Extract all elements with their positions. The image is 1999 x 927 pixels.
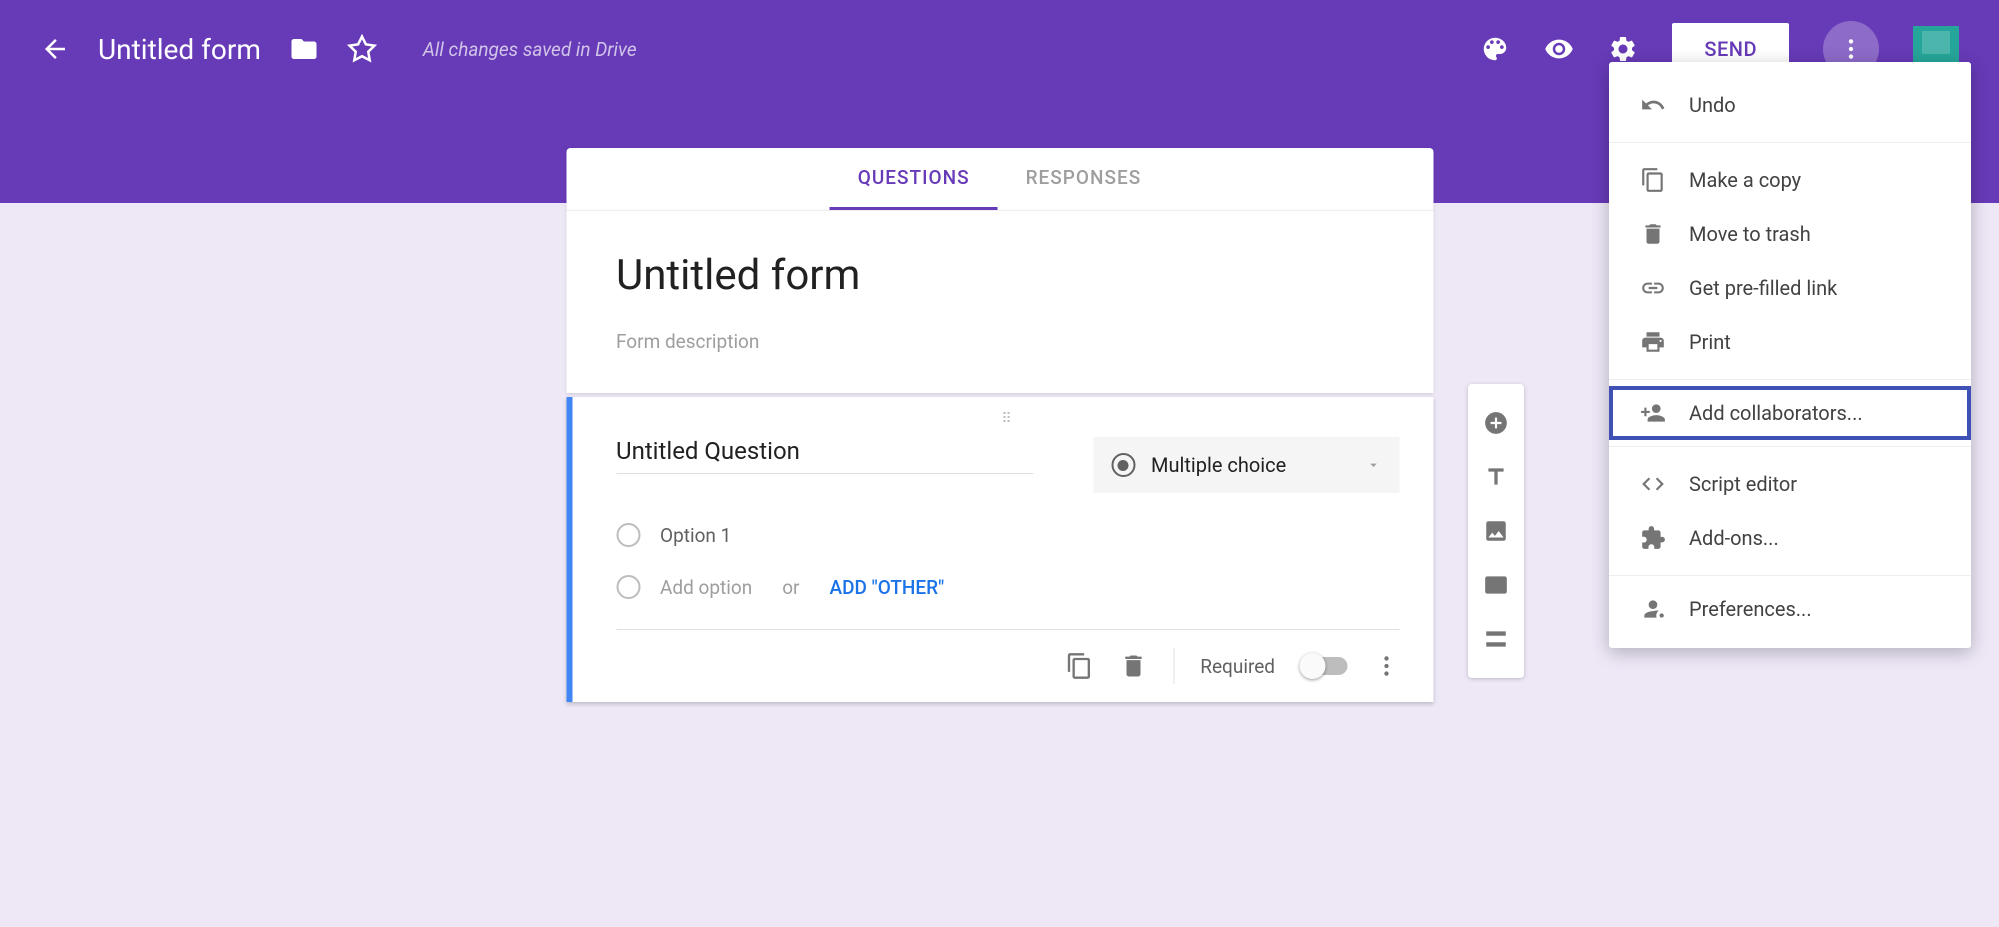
back-arrow-icon[interactable] bbox=[40, 34, 70, 64]
person-settings-icon bbox=[1639, 596, 1667, 622]
or-label: or bbox=[782, 576, 799, 599]
print-icon bbox=[1639, 329, 1667, 355]
link-icon bbox=[1639, 275, 1667, 301]
add-title-icon[interactable] bbox=[1483, 450, 1509, 504]
more-dropdown-menu: Undo Make a copy Move to trash Get pre-f… bbox=[1609, 62, 1971, 648]
menu-preferences[interactable]: Preferences... bbox=[1609, 582, 1971, 636]
delete-icon[interactable] bbox=[1119, 652, 1147, 680]
menu-label: Make a copy bbox=[1689, 168, 1801, 192]
menu-label: Move to trash bbox=[1689, 222, 1811, 246]
menu-script-editor[interactable]: Script editor bbox=[1609, 457, 1971, 511]
add-section-icon[interactable] bbox=[1483, 612, 1509, 666]
add-option-row: Add option or ADD "OTHER" bbox=[616, 575, 1399, 599]
floating-toolbar bbox=[1468, 384, 1524, 678]
settings-gear-icon[interactable] bbox=[1608, 34, 1638, 64]
radio-button-checked-icon bbox=[1111, 453, 1135, 477]
tab-questions[interactable]: QUESTIONS bbox=[830, 148, 998, 210]
form-editor: QUESTIONS RESPONSES Untitled form Form d… bbox=[566, 148, 1433, 702]
drag-handle-icon[interactable]: ⠿ bbox=[616, 411, 1399, 427]
add-person-icon bbox=[1639, 400, 1667, 426]
header-form-title[interactable]: Untitled form bbox=[98, 33, 261, 66]
menu-prefilled-link[interactable]: Get pre-filled link bbox=[1609, 261, 1971, 315]
divider bbox=[1609, 142, 1971, 143]
duplicate-icon[interactable] bbox=[1065, 652, 1093, 680]
undo-icon bbox=[1639, 92, 1667, 118]
form-description-input[interactable]: Form description bbox=[616, 330, 1383, 353]
divider bbox=[1609, 575, 1971, 576]
menu-label: Add-ons... bbox=[1689, 526, 1779, 550]
radio-unchecked-icon bbox=[616, 575, 640, 599]
add-video-icon[interactable] bbox=[1483, 558, 1509, 612]
menu-label: Script editor bbox=[1689, 472, 1797, 496]
menu-label: Preferences... bbox=[1689, 597, 1812, 621]
option-row-1[interactable]: Option 1 bbox=[616, 523, 1399, 547]
divider bbox=[1609, 379, 1971, 380]
add-image-icon[interactable] bbox=[1483, 504, 1509, 558]
menu-move-trash[interactable]: Move to trash bbox=[1609, 207, 1971, 261]
code-icon bbox=[1639, 471, 1667, 497]
required-toggle[interactable] bbox=[1301, 657, 1347, 675]
question-title-input[interactable]: Untitled Question bbox=[616, 437, 1033, 474]
divider bbox=[1173, 648, 1174, 684]
question-card[interactable]: ⠿ Untitled Question Multiple choice Opti… bbox=[566, 397, 1433, 702]
question-footer: Required bbox=[616, 629, 1399, 684]
menu-undo[interactable]: Undo bbox=[1609, 78, 1971, 132]
radio-unchecked-icon bbox=[616, 523, 640, 547]
divider bbox=[1609, 446, 1971, 447]
form-header-card: Untitled form Form description bbox=[566, 210, 1433, 393]
form-title-input[interactable]: Untitled form bbox=[616, 251, 1383, 300]
menu-make-copy[interactable]: Make a copy bbox=[1609, 153, 1971, 207]
palette-icon[interactable] bbox=[1480, 34, 1510, 64]
add-option-button[interactable]: Add option bbox=[660, 576, 752, 599]
star-icon[interactable] bbox=[347, 34, 377, 64]
tabs-bar: QUESTIONS RESPONSES bbox=[566, 148, 1433, 210]
menu-addons[interactable]: Add-ons... bbox=[1609, 511, 1971, 565]
question-type-dropdown[interactable]: Multiple choice bbox=[1093, 437, 1399, 493]
folder-icon[interactable] bbox=[289, 34, 319, 64]
preview-eye-icon[interactable] bbox=[1544, 34, 1574, 64]
question-type-label: Multiple choice bbox=[1151, 453, 1349, 477]
trash-icon bbox=[1639, 221, 1667, 247]
option-text[interactable]: Option 1 bbox=[660, 524, 731, 547]
copy-icon bbox=[1639, 167, 1667, 193]
menu-label: Undo bbox=[1689, 93, 1736, 117]
menu-add-collaborators[interactable]: Add collaborators... bbox=[1609, 386, 1971, 440]
extension-icon bbox=[1639, 525, 1667, 551]
required-label: Required bbox=[1200, 655, 1275, 678]
question-more-icon[interactable] bbox=[1373, 653, 1399, 679]
menu-label: Print bbox=[1689, 330, 1731, 354]
save-status: All changes saved in Drive bbox=[423, 38, 637, 61]
dropdown-arrow-icon bbox=[1365, 457, 1381, 473]
add-question-icon[interactable] bbox=[1483, 396, 1509, 450]
tab-responses[interactable]: RESPONSES bbox=[998, 148, 1170, 210]
menu-print[interactable]: Print bbox=[1609, 315, 1971, 369]
menu-label: Get pre-filled link bbox=[1689, 276, 1837, 300]
menu-label: Add collaborators... bbox=[1689, 401, 1863, 425]
add-other-button[interactable]: ADD "OTHER" bbox=[830, 576, 945, 599]
